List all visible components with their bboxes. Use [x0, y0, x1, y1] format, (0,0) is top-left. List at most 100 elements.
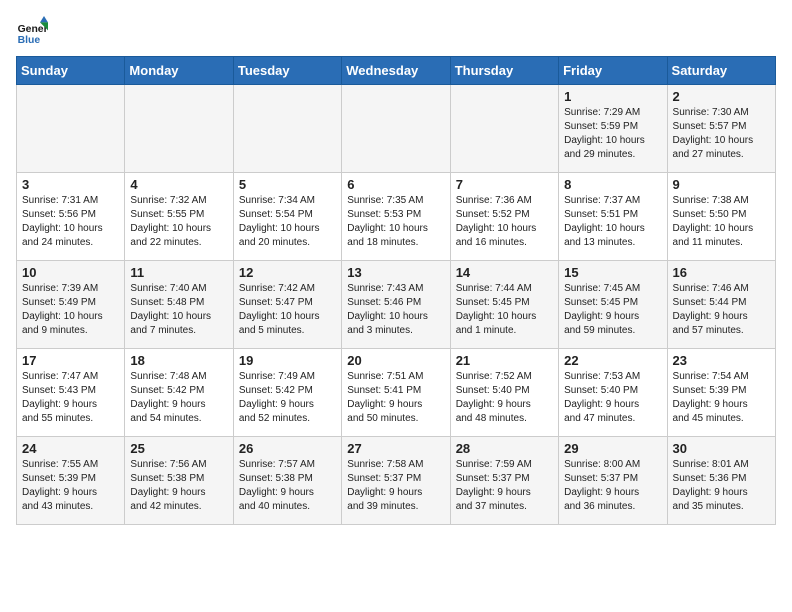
day-info: Sunrise: 7:46 AM Sunset: 5:44 PM Dayligh… [673, 282, 770, 338]
day-number: 14 [456, 265, 553, 280]
day-info: Sunrise: 8:00 AM Sunset: 5:37 PM Dayligh… [564, 458, 661, 514]
weekday-header-sunday: Sunday [17, 57, 125, 85]
day-info: Sunrise: 7:39 AM Sunset: 5:49 PM Dayligh… [22, 282, 119, 338]
calendar-cell: 28Sunrise: 7:59 AM Sunset: 5:37 PM Dayli… [450, 437, 558, 525]
calendar-cell: 15 Sunrise: 7:45 AM Sunset: 5:45 PM Dayli… [559, 261, 667, 349]
calendar-cell: 20 Sunrise: 7:51 AM Sunset: 5:41 PM Dayli… [342, 349, 450, 437]
weekday-header-wednesday: Wednesday [342, 57, 450, 85]
calendar-cell: 8 Sunrise: 7:37 AM Sunset: 5:51 PM Daylig… [559, 173, 667, 261]
calendar-cell: 4Sunrise: 7:32 AM Sunset: 5:55 PM Daylig… [125, 173, 233, 261]
day-number: 18 [130, 353, 227, 368]
day-number: 26 [239, 441, 336, 456]
day-number: 27 [347, 441, 444, 456]
day-info: Sunrise: 7:53 AM Sunset: 5:40 PM Dayligh… [564, 370, 661, 426]
calendar-cell: 11 Sunrise: 7:40 AM Sunset: 5:48 PM Dayli… [125, 261, 233, 349]
day-info: Sunrise: 7:42 AM Sunset: 5:47 PM Dayligh… [239, 282, 336, 338]
day-info: Sunrise: 7:57 AM Sunset: 5:38 PM Dayligh… [239, 458, 336, 514]
logo: General Blue [16, 16, 52, 48]
day-number: 7 [456, 177, 553, 192]
weekday-header-tuesday: Tuesday [233, 57, 341, 85]
calendar-cell: 16 Sunrise: 7:46 AM Sunset: 5:44 PM Dayli… [667, 261, 775, 349]
calendar-cell: 19 Sunrise: 7:49 AM Sunset: 5:42 PM Dayli… [233, 349, 341, 437]
weekday-header-saturday: Saturday [667, 57, 775, 85]
day-info: Sunrise: 7:52 AM Sunset: 5:40 PM Dayligh… [456, 370, 553, 426]
calendar-cell: 18 Sunrise: 7:48 AM Sunset: 5:42 PM Dayli… [125, 349, 233, 437]
day-number: 4 [130, 177, 227, 192]
day-number: 12 [239, 265, 336, 280]
day-info: Sunrise: 7:40 AM Sunset: 5:48 PM Dayligh… [130, 282, 227, 338]
calendar-cell: 14 Sunrise: 7:44 AM Sunset: 5:45 PM Dayli… [450, 261, 558, 349]
day-number: 25 [130, 441, 227, 456]
day-number: 6 [347, 177, 444, 192]
logo-icon: General Blue [16, 16, 48, 48]
day-number: 2 [673, 89, 770, 104]
day-info: Sunrise: 7:34 AM Sunset: 5:54 PM Dayligh… [239, 194, 336, 250]
day-number: 24 [22, 441, 119, 456]
day-info: Sunrise: 7:44 AM Sunset: 5:45 PM Dayligh… [456, 282, 553, 338]
day-number: 11 [130, 265, 227, 280]
day-number: 17 [22, 353, 119, 368]
calendar-cell: 13 Sunrise: 7:43 AM Sunset: 5:46 PM Dayli… [342, 261, 450, 349]
calendar-cell: 7 Sunrise: 7:36 AM Sunset: 5:52 PM Daylig… [450, 173, 558, 261]
calendar-cell [125, 85, 233, 173]
calendar-cell: 17 Sunrise: 7:47 AM Sunset: 5:43 PM Dayli… [17, 349, 125, 437]
calendar-cell: 2 Sunrise: 7:30 AM Sunset: 5:57 PM Daylig… [667, 85, 775, 173]
day-info: Sunrise: 7:48 AM Sunset: 5:42 PM Dayligh… [130, 370, 227, 426]
day-number: 20 [347, 353, 444, 368]
day-info: Sunrise: 7:30 AM Sunset: 5:57 PM Dayligh… [673, 106, 770, 162]
weekday-header-friday: Friday [559, 57, 667, 85]
day-number: 8 [564, 177, 661, 192]
day-number: 13 [347, 265, 444, 280]
day-info: Sunrise: 7:43 AM Sunset: 5:46 PM Dayligh… [347, 282, 444, 338]
calendar-cell: 12 Sunrise: 7:42 AM Sunset: 5:47 PM Dayli… [233, 261, 341, 349]
header: General Blue [16, 16, 776, 48]
day-number: 3 [22, 177, 119, 192]
calendar-cell: 24 Sunrise: 7:55 AM Sunset: 5:39 PM Dayli… [17, 437, 125, 525]
day-info: Sunrise: 7:31 AM Sunset: 5:56 PM Dayligh… [22, 194, 119, 250]
day-info: Sunrise: 7:58 AM Sunset: 5:37 PM Dayligh… [347, 458, 444, 514]
day-info: Sunrise: 8:01 AM Sunset: 5:36 PM Dayligh… [673, 458, 770, 514]
day-number: 30 [673, 441, 770, 456]
calendar-cell: 22 Sunrise: 7:53 AM Sunset: 5:40 PM Dayli… [559, 349, 667, 437]
day-number: 9 [673, 177, 770, 192]
calendar-cell: 6Sunrise: 7:35 AM Sunset: 5:53 PM Daylig… [342, 173, 450, 261]
weekday-header-monday: Monday [125, 57, 233, 85]
day-info: Sunrise: 7:59 AM Sunset: 5:37 PM Dayligh… [456, 458, 553, 514]
day-number: 1 [564, 89, 661, 104]
calendar-cell [17, 85, 125, 173]
weekday-header-thursday: Thursday [450, 57, 558, 85]
day-info: Sunrise: 7:54 AM Sunset: 5:39 PM Dayligh… [673, 370, 770, 426]
day-info: Sunrise: 7:56 AM Sunset: 5:38 PM Dayligh… [130, 458, 227, 514]
calendar-cell [233, 85, 341, 173]
calendar-cell: 5 Sunrise: 7:34 AM Sunset: 5:54 PM Daylig… [233, 173, 341, 261]
day-number: 22 [564, 353, 661, 368]
day-info: Sunrise: 7:37 AM Sunset: 5:51 PM Dayligh… [564, 194, 661, 250]
day-number: 29 [564, 441, 661, 456]
day-info: Sunrise: 7:55 AM Sunset: 5:39 PM Dayligh… [22, 458, 119, 514]
day-info: Sunrise: 7:47 AM Sunset: 5:43 PM Dayligh… [22, 370, 119, 426]
calendar-cell [342, 85, 450, 173]
day-info: Sunrise: 7:36 AM Sunset: 5:52 PM Dayligh… [456, 194, 553, 250]
day-number: 19 [239, 353, 336, 368]
day-info: Sunrise: 7:49 AM Sunset: 5:42 PM Dayligh… [239, 370, 336, 426]
svg-text:Blue: Blue [18, 35, 41, 46]
day-number: 23 [673, 353, 770, 368]
calendar-cell: 29 Sunrise: 8:00 AM Sunset: 5:37 PM Dayli… [559, 437, 667, 525]
calendar-cell: 27 Sunrise: 7:58 AM Sunset: 5:37 PM Dayli… [342, 437, 450, 525]
calendar-cell: 9 Sunrise: 7:38 AM Sunset: 5:50 PM Daylig… [667, 173, 775, 261]
day-number: 16 [673, 265, 770, 280]
day-info: Sunrise: 7:29 AM Sunset: 5:59 PM Dayligh… [564, 106, 661, 162]
calendar-cell: 3 Sunrise: 7:31 AM Sunset: 5:56 PM Daylig… [17, 173, 125, 261]
day-info: Sunrise: 7:38 AM Sunset: 5:50 PM Dayligh… [673, 194, 770, 250]
day-info: Sunrise: 7:45 AM Sunset: 5:45 PM Dayligh… [564, 282, 661, 338]
day-info: Sunrise: 7:51 AM Sunset: 5:41 PM Dayligh… [347, 370, 444, 426]
calendar-cell: 26 Sunrise: 7:57 AM Sunset: 5:38 PM Dayli… [233, 437, 341, 525]
calendar-cell: 21 Sunrise: 7:52 AM Sunset: 5:40 PM Dayli… [450, 349, 558, 437]
calendar-cell: 30 Sunrise: 8:01 AM Sunset: 5:36 PM Dayli… [667, 437, 775, 525]
calendar-cell: 25 Sunrise: 7:56 AM Sunset: 5:38 PM Dayli… [125, 437, 233, 525]
calendar-table: SundayMondayTuesdayWednesdayThursdayFrid… [16, 56, 776, 525]
day-number: 21 [456, 353, 553, 368]
day-number: 5 [239, 177, 336, 192]
day-number: 15 [564, 265, 661, 280]
day-number: 10 [22, 265, 119, 280]
